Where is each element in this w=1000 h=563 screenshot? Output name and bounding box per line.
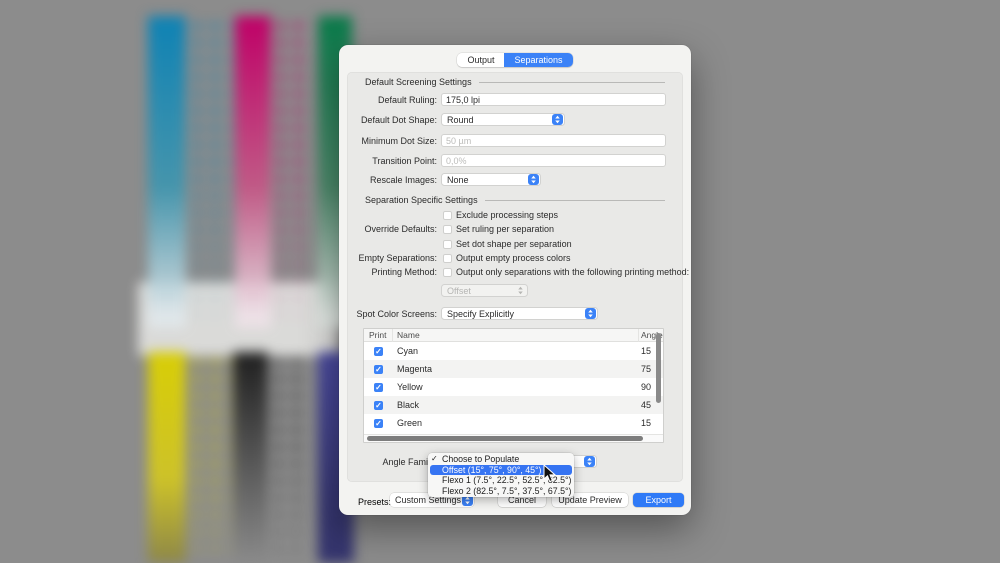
stepper-icon: [552, 114, 563, 125]
background-print-test-photo: [110, 0, 355, 563]
default-ruling-label: Default Ruling:: [347, 95, 437, 105]
popup-value: None: [447, 175, 469, 185]
table-row[interactable]: ✓ Cyan 15: [364, 342, 663, 360]
section-title: Default Screening Settings: [365, 77, 472, 87]
spot-color-screens-label: Spot Color Screens:: [347, 309, 437, 319]
default-dot-shape-label: Default Dot Shape:: [347, 115, 437, 125]
default-ruling-input[interactable]: [441, 93, 666, 106]
vertical-scrollbar[interactable]: [656, 333, 661, 403]
print-checkbox[interactable]: ✓: [374, 401, 383, 410]
menu-item-choose-to-populate[interactable]: ✓ Choose to Populate: [428, 454, 574, 465]
print-checkbox[interactable]: ✓: [374, 365, 383, 374]
transition-point-label: Transition Point:: [347, 156, 437, 166]
set-ruling-per-separation-checkbox[interactable]: [443, 225, 452, 234]
horizontal-scrollbar-track: [364, 434, 663, 442]
print-checkbox[interactable]: ✓: [374, 347, 383, 356]
yellow-halftone-strip: [190, 354, 232, 563]
checkbox-label: Set dot shape per separation: [456, 239, 572, 249]
output-empty-process-colors-checkbox[interactable]: [443, 254, 452, 263]
tab-separations[interactable]: Separations: [504, 53, 572, 67]
magenta-halftone-strip: [273, 18, 313, 348]
black-halftone-strip: [271, 354, 311, 563]
stepper-icon: [528, 174, 539, 185]
table-row[interactable]: ✓ Black 45: [364, 396, 663, 414]
section-divider: [485, 200, 665, 201]
printing-method-label: Printing Method:: [347, 267, 437, 277]
minimum-dot-size-input[interactable]: [441, 134, 666, 147]
magenta-strip: [235, 16, 271, 328]
rescale-images-popup[interactable]: None: [441, 173, 541, 186]
section-default-screening: Default Screening Settings: [365, 77, 665, 87]
horizontal-scrollbar[interactable]: [367, 436, 643, 441]
separations-table: Print Name Angle ✓ Cyan 15 ✓ Magenta 75 …: [363, 328, 664, 443]
checkbox-label: Set ruling per separation: [456, 224, 554, 234]
section-divider: [479, 82, 665, 83]
table-row[interactable]: ✓ Green 15: [364, 414, 663, 432]
black-strip: [233, 352, 268, 563]
checkbox-label: Output empty process colors: [456, 253, 571, 263]
tab-output[interactable]: Output: [457, 53, 504, 67]
minimum-dot-size-label: Minimum Dot Size:: [347, 136, 437, 146]
yellow-strip: [148, 352, 186, 563]
checkbox-label: Output only separations with the followi…: [456, 267, 689, 277]
export-button[interactable]: Export: [633, 493, 684, 507]
menu-item-label: Choose to Populate: [442, 454, 519, 464]
separation-name: Yellow: [393, 382, 637, 392]
presets-label: Presets:: [358, 495, 391, 509]
checkmark-icon: ✓: [431, 454, 438, 465]
cyan-strip: [148, 16, 186, 328]
cyan-halftone-strip: [190, 18, 232, 348]
separation-name: Magenta: [393, 364, 637, 374]
popup-value: Offset: [447, 286, 471, 296]
column-header-print: Print: [364, 329, 393, 342]
popup-value: Specify Explicitly: [447, 309, 514, 319]
table-row[interactable]: ✓ Yellow 90: [364, 378, 663, 396]
column-header-name: Name: [393, 329, 639, 342]
separation-name: Green: [393, 418, 637, 428]
angle-family-label: Angle Family:: [347, 457, 437, 467]
separation-name: Black: [393, 400, 637, 410]
section-title: Separation Specific Settings: [365, 195, 478, 205]
menu-item-label: Flexo 2 (82.5°, 7.5°, 37.5°, 67.5°): [442, 486, 571, 496]
section-separation-specific: Separation Specific Settings: [365, 195, 665, 205]
output-only-separations-checkbox[interactable]: [443, 268, 452, 277]
popup-value: Round: [447, 115, 474, 125]
separation-name: Cyan: [393, 346, 637, 356]
stepper-icon: [584, 456, 595, 467]
rescale-images-label: Rescale Images:: [347, 175, 437, 185]
stepper-icon: [515, 285, 526, 296]
menu-item-label: Offset (15°, 75°, 90°, 45°): [442, 465, 542, 475]
export-dialog: Output Separations Default Screening Set…: [339, 45, 691, 515]
table-header: Print Name Angle: [364, 329, 663, 342]
exclude-processing-steps-checkbox[interactable]: [443, 211, 452, 220]
mouse-cursor: [543, 464, 557, 484]
print-checkbox[interactable]: ✓: [374, 383, 383, 392]
transition-point-input[interactable]: [441, 154, 666, 167]
print-checkbox[interactable]: ✓: [374, 419, 383, 428]
set-dot-shape-per-separation-checkbox[interactable]: [443, 240, 452, 249]
menu-item-flexo-2[interactable]: Flexo 2 (82.5°, 7.5°, 37.5°, 67.5°): [428, 486, 574, 497]
empty-separations-label: Empty Separations:: [347, 253, 437, 263]
default-dot-shape-popup[interactable]: Round: [441, 113, 565, 126]
checkbox-label: Exclude processing steps: [456, 210, 558, 220]
spot-color-screens-popup[interactable]: Specify Explicitly: [441, 307, 598, 320]
override-defaults-label: Override Defaults:: [347, 224, 437, 234]
tab-bar: Output Separations: [339, 53, 691, 67]
separation-angle: 15: [637, 418, 663, 428]
printing-method-popup: Offset: [441, 284, 528, 297]
stepper-icon: [585, 308, 596, 319]
table-row[interactable]: ✓ Magenta 75: [364, 360, 663, 378]
